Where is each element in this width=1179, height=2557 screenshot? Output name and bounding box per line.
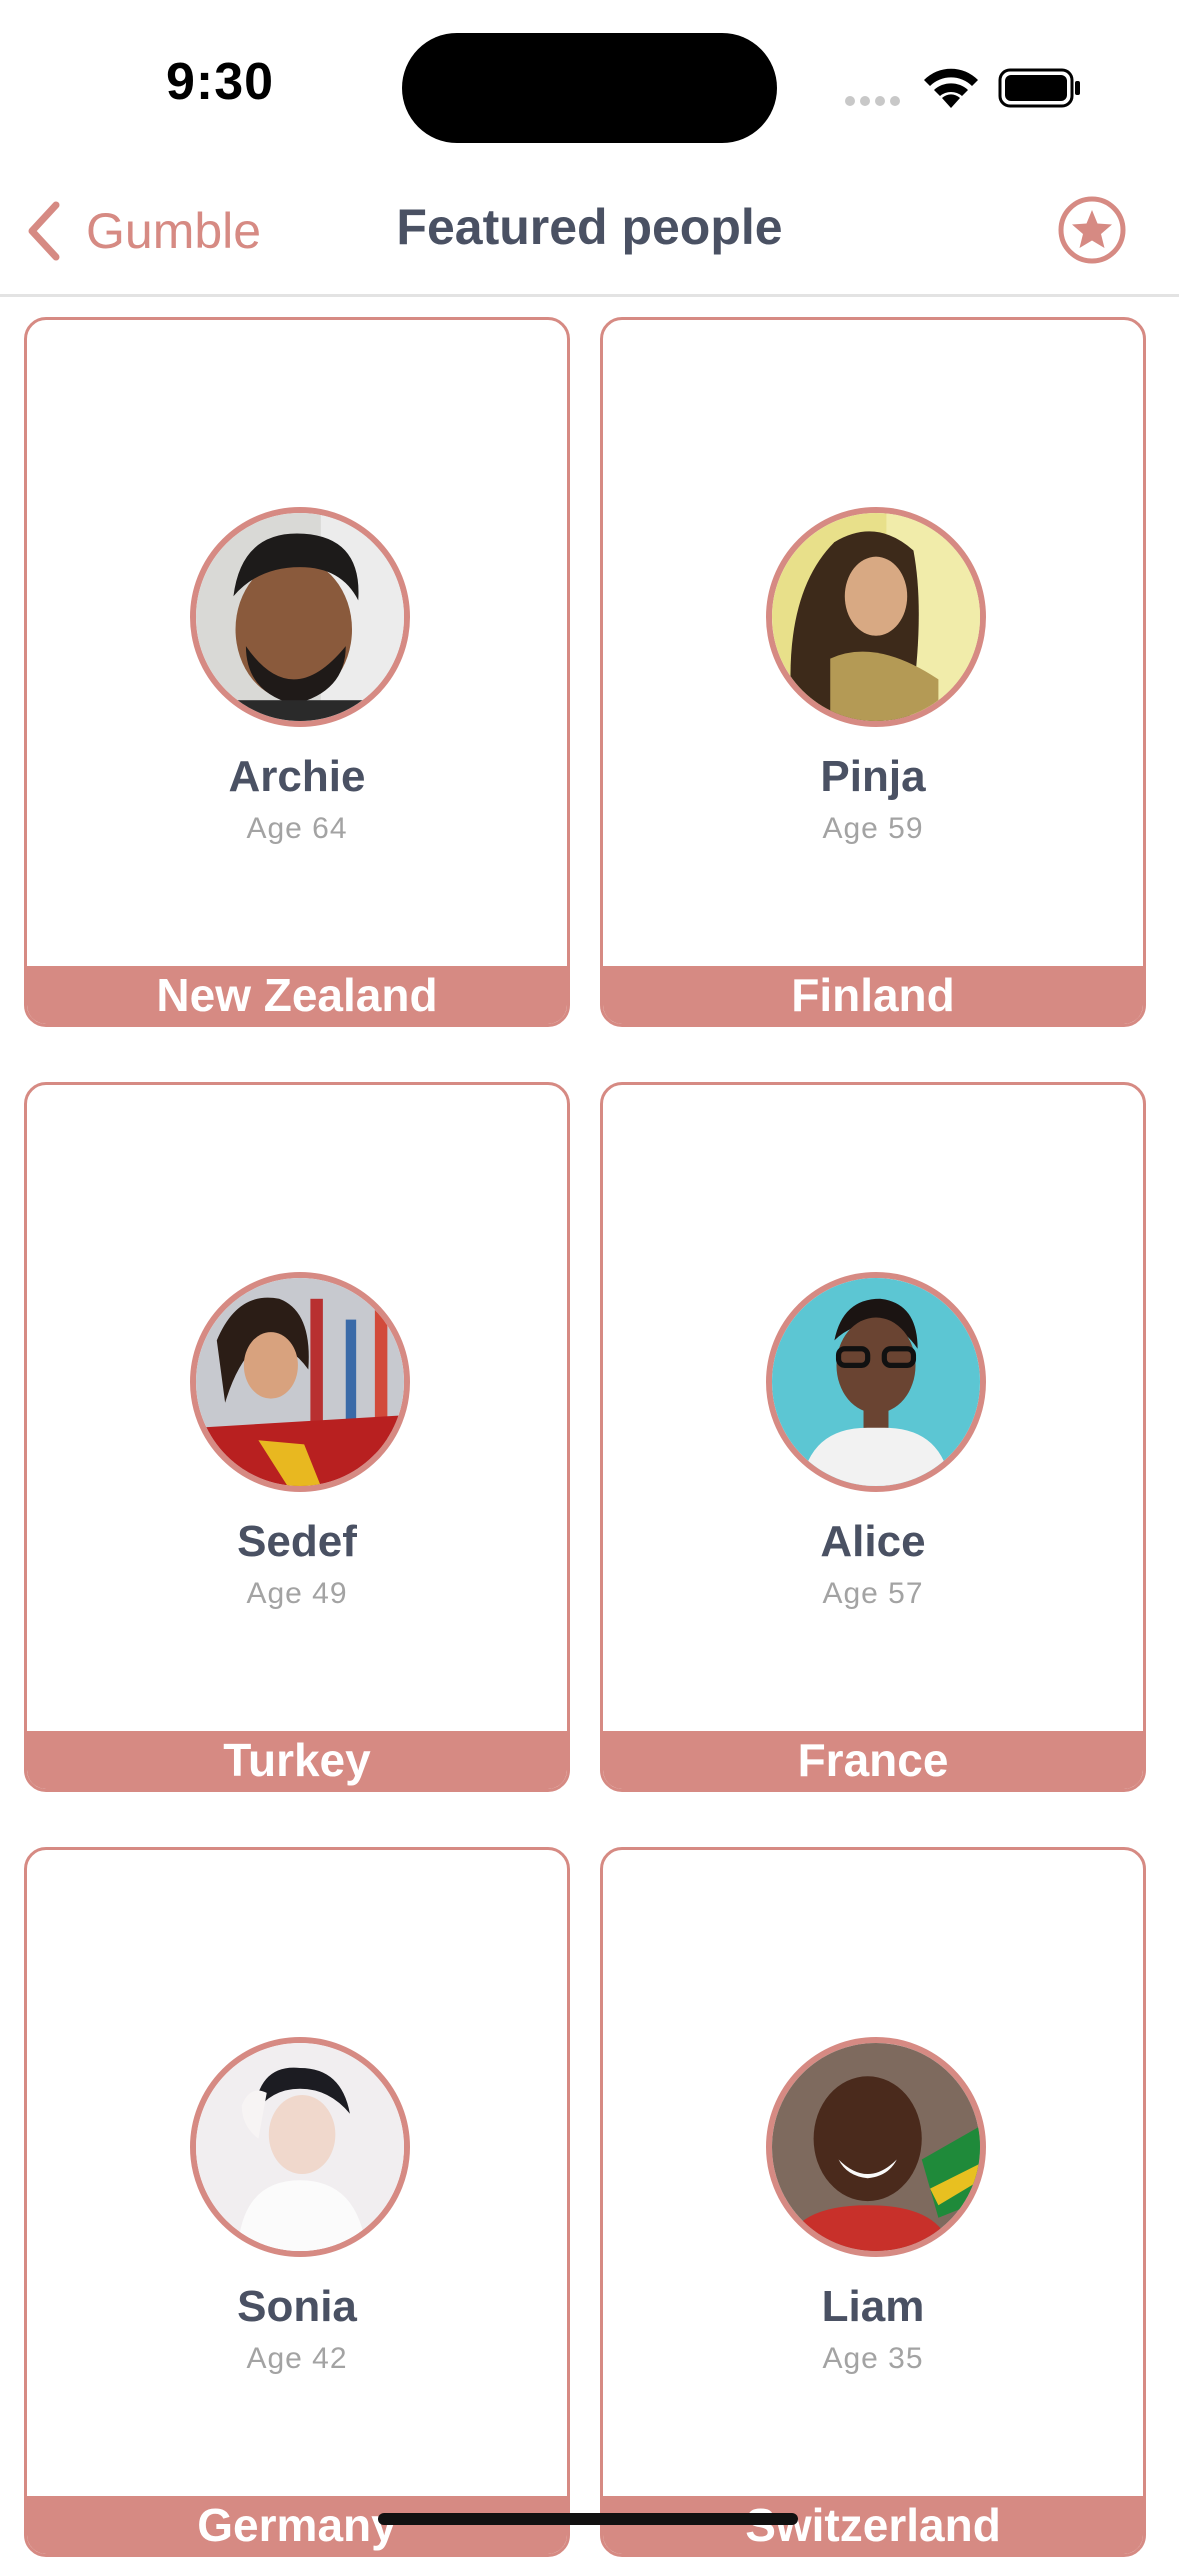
wifi-icon: [924, 68, 978, 108]
person-name: Liam: [821, 2282, 925, 2331]
navigation-bar: Gumble Featured people: [0, 170, 1179, 297]
avatar: [190, 2037, 410, 2257]
avatar: [190, 1272, 410, 1492]
avatar: [766, 2037, 986, 2257]
person-card[interactable]: Alice Age 57 France: [600, 1082, 1146, 1792]
person-name: Sedef: [237, 1517, 357, 1566]
person-card[interactable]: Liam Age 35 Switzerland: [600, 1847, 1146, 2557]
person-country: France: [603, 1731, 1143, 1789]
person-country: New Zealand: [27, 966, 567, 1024]
featured-people-grid: Archie Age 64 New Zealand Pinja Age 59 F…: [0, 294, 1179, 2557]
avatar: [766, 1272, 986, 1492]
person-country: Turkey: [27, 1731, 567, 1789]
avatar: [766, 507, 986, 727]
person-name: Archie: [228, 752, 366, 801]
avatar: [190, 507, 410, 727]
person-country: Germany: [27, 2496, 567, 2554]
person-card[interactable]: Archie Age 64 New Zealand: [24, 317, 570, 1027]
person-age: Age 64: [246, 812, 348, 845]
person-age: Age 42: [246, 2342, 348, 2375]
dynamic-island: [402, 33, 777, 143]
person-name: Pinja: [820, 752, 926, 801]
person-age: Age 35: [822, 2342, 924, 2375]
page-title: Featured people: [396, 199, 783, 255]
person-age: Age 49: [246, 1577, 348, 1610]
person-card[interactable]: Sedef Age 49 Turkey: [24, 1082, 570, 1792]
person-country: Switzerland: [603, 2496, 1143, 2554]
status-bar: 9:30: [0, 0, 1179, 170]
person-card[interactable]: Pinja Age 59 Finland: [600, 317, 1146, 1027]
battery-icon: [998, 68, 1080, 108]
person-age: Age 59: [822, 812, 924, 845]
person-card[interactable]: Sonia Age 42 Germany: [24, 1847, 570, 2557]
cellular-signal-icon: [845, 93, 905, 111]
person-age: Age 57: [822, 1577, 924, 1610]
home-indicator[interactable]: [378, 2513, 798, 2525]
star-circle-icon[interactable]: [1056, 194, 1128, 266]
status-time: 9:30: [165, 53, 275, 111]
person-name: Alice: [820, 1517, 926, 1566]
person-country: Finland: [603, 966, 1143, 1024]
person-name: Sonia: [237, 2282, 357, 2331]
